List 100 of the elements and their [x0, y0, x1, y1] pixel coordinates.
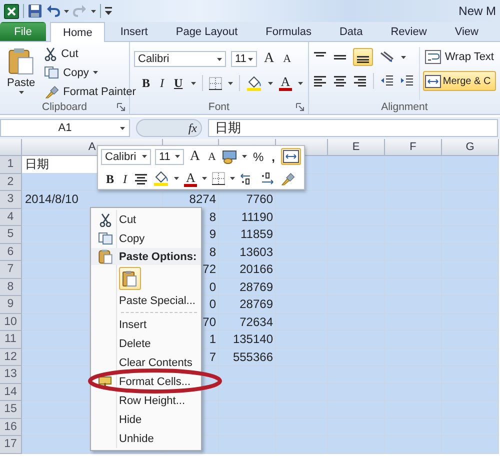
customize-toolbar-icon[interactable]: [105, 7, 112, 15]
row-header[interactable]: 8: [0, 278, 22, 296]
formula-input[interactable]: 日期: [208, 119, 498, 137]
borders-icon[interactable]: [208, 76, 222, 90]
save-icon[interactable]: [28, 4, 42, 18]
dropdown-caret-icon[interactable]: [230, 177, 236, 180]
percent-style-button[interactable]: %: [250, 148, 266, 164]
text-orientation-icon[interactable]: [378, 51, 395, 63]
fill-color-icon[interactable]: [153, 171, 170, 186]
menu-item[interactable]: Insert: [119, 318, 147, 330]
italic-button[interactable]: I: [121, 170, 130, 186]
column-header[interactable]: G: [442, 139, 499, 156]
wrap-text-button[interactable]: Wrap Text: [422, 47, 496, 67]
ribbon-tab[interactable]: File: [0, 22, 46, 41]
bold-button[interactable]: B: [140, 75, 152, 91]
align-right-icon[interactable]: [352, 75, 367, 87]
align-bottom-button[interactable]: [352, 48, 373, 66]
menu-item[interactable]: Cut: [119, 214, 136, 226]
bold-button[interactable]: B: [104, 170, 116, 186]
row-header[interactable]: 13: [0, 366, 22, 384]
menu-item[interactable]: Delete: [119, 338, 151, 350]
font-size-dropdown[interactable]: 11: [154, 148, 184, 164]
row-header[interactable]: 14: [0, 384, 22, 401]
row-header[interactable]: 2: [0, 174, 22, 191]
undo-icon[interactable]: [46, 5, 60, 17]
font-name-dropdown[interactable]: Calibri: [134, 51, 226, 67]
spreadsheet-app-icon[interactable]: [4, 4, 19, 18]
paste-button[interactable]: [119, 266, 141, 290]
table-cell: 11859: [219, 226, 276, 244]
grow-font-button[interactable]: A: [188, 148, 202, 164]
ribbon-tab[interactable]: Insert: [107, 22, 161, 41]
menu-item[interactable]: Row Height...: [119, 394, 186, 406]
row-header[interactable]: 1: [0, 156, 22, 174]
row-header[interactable]: 16: [0, 418, 22, 436]
insert-function-button[interactable]: fx: [136, 119, 202, 137]
align-center-icon[interactable]: [134, 172, 148, 184]
format-painter-button[interactable]: Format Painter: [42, 83, 138, 100]
row-header[interactable]: 6: [0, 244, 22, 261]
borders-icon[interactable]: [212, 172, 226, 185]
table-cell: [442, 226, 499, 244]
ribbon-tab[interactable]: Home: [50, 22, 106, 42]
ribbon-tab[interactable]: Data: [326, 22, 376, 41]
row-header[interactable]: 9: [0, 296, 22, 314]
paste-button[interactable]: Paste: [4, 45, 38, 100]
ribbon-tab[interactable]: Page Layout: [162, 22, 251, 41]
table-cell: 20166: [219, 261, 276, 278]
dropdown-caret-icon[interactable]: [400, 56, 406, 58]
dropdown-caret-icon[interactable]: [190, 82, 196, 84]
align-center-icon[interactable]: [332, 75, 347, 87]
comma-style-button[interactable]: ,: [270, 148, 277, 164]
decrease-decimal-icon[interactable]: [260, 172, 276, 185]
ribbon-tab[interactable]: Formulas: [252, 22, 324, 41]
menu-item[interactable]: Unhide: [119, 432, 154, 444]
increase-indent-icon[interactable]: [400, 75, 414, 87]
row-header[interactable]: 3: [0, 191, 22, 208]
row-header[interactable]: 11: [0, 331, 22, 348]
dropdown-caret-icon[interactable]: [91, 10, 96, 12]
row-header[interactable]: 12: [0, 348, 22, 366]
column-header[interactable]: E: [328, 139, 385, 156]
font-name-dropdown[interactable]: Calibri: [101, 148, 151, 164]
ribbon-tab[interactable]: Review: [378, 22, 440, 41]
menu-item[interactable]: Copy: [119, 232, 145, 244]
font-color-button[interactable]: A: [278, 75, 292, 91]
shrink-font-button[interactable]: A: [281, 51, 294, 67]
grow-font-button[interactable]: A: [262, 51, 276, 67]
currency-format-icon[interactable]: [222, 150, 238, 164]
fill-color-icon[interactable]: [246, 76, 262, 90]
row-header[interactable]: 5: [0, 226, 22, 244]
dropdown-caret-icon[interactable]: [268, 82, 273, 84]
font-size-dropdown[interactable]: 11: [231, 51, 257, 67]
dialog-launcher-icon[interactable]: [296, 103, 304, 111]
row-header[interactable]: 10: [0, 314, 22, 331]
dropdown-caret-icon[interactable]: [228, 82, 233, 84]
row-header[interactable]: 15: [0, 401, 22, 418]
dropdown-caret-icon[interactable]: [202, 177, 208, 180]
dropdown-caret-icon[interactable]: [174, 177, 180, 180]
merge-center-button[interactable]: Merge & C: [422, 71, 496, 91]
dropdown-caret-icon[interactable]: [298, 82, 304, 84]
decrease-indent-icon[interactable]: [380, 75, 394, 87]
table-cell: [442, 156, 499, 174]
menu-item[interactable]: Hide: [119, 414, 142, 426]
shrink-font-button[interactable]: A: [206, 148, 218, 164]
row-header[interactable]: 4: [0, 208, 22, 226]
dropdown-caret-icon[interactable]: [64, 10, 69, 12]
underline-button[interactable]: U: [172, 75, 185, 91]
row-header[interactable]: 17: [0, 436, 22, 454]
column-header[interactable]: F: [385, 139, 442, 156]
row-header[interactable]: 7: [0, 261, 22, 278]
table-cell: 28769: [219, 296, 276, 314]
paint-brush-icon[interactable]: [280, 172, 296, 186]
copy-button[interactable]: Copy: [42, 64, 138, 81]
table-cell: [328, 156, 385, 174]
name-box[interactable]: A1: [0, 119, 130, 137]
italic-button[interactable]: I: [158, 75, 166, 91]
align-left-icon[interactable]: [312, 75, 327, 87]
ribbon-tab[interactable]: View: [442, 22, 492, 41]
dialog-launcher-icon[interactable]: [117, 103, 125, 111]
menu-item[interactable]: Format Cells...: [119, 376, 191, 388]
font-color-button[interactable]: A: [184, 170, 198, 186]
merge-center-button[interactable]: [281, 148, 301, 165]
